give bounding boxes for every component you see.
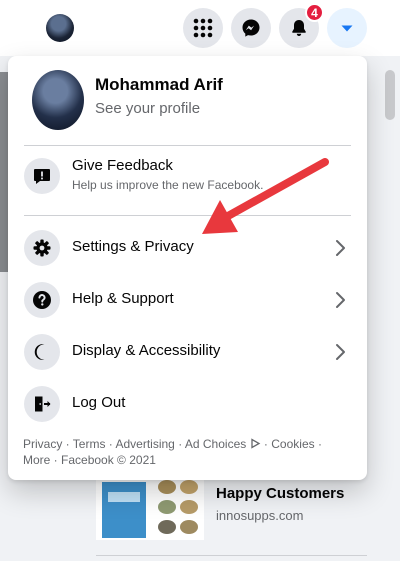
- profile-name: Mohammad Arif: [95, 75, 223, 94]
- ingredient-dot: [180, 520, 198, 534]
- footer-separator: ·: [314, 437, 322, 451]
- messenger-button[interactable]: [231, 8, 271, 48]
- account-dropdown-menu: Mohammad Arif See your profile Give Feed…: [8, 56, 367, 480]
- copyright: Facebook © 2021: [61, 453, 156, 467]
- ad-title[interactable]: Happy Customers: [216, 485, 344, 502]
- product-box: [102, 482, 146, 538]
- footer-link-ad-choices-label: Ad Choices: [184, 437, 247, 451]
- ingredient-dot: [158, 480, 176, 494]
- avatar[interactable]: [46, 14, 74, 42]
- notifications-button[interactable]: 4: [279, 3, 324, 48]
- chevron-right-icon: [336, 292, 345, 308]
- divider: [24, 145, 351, 146]
- ingredient-dot: [158, 520, 176, 534]
- feedback-icon: [24, 158, 60, 194]
- ingredient-dot: [180, 500, 198, 514]
- chevron-right-icon: [336, 344, 345, 360]
- footer-link-more[interactable]: More: [23, 453, 50, 467]
- footer-link-advertising[interactable]: Advertising: [115, 437, 174, 451]
- feed-left-edge: [0, 72, 8, 272]
- divider: [96, 555, 367, 556]
- sponsored-ad-card[interactable]: Happy Customers innosupps.com: [96, 470, 367, 540]
- give-feedback-label: Give Feedback: [72, 157, 173, 174]
- footer-separator: ·: [260, 437, 272, 451]
- footer-separator: ·: [105, 437, 116, 451]
- top-navigation-bar: 4: [0, 0, 400, 56]
- profile-link[interactable]: Mohammad Arif See your profile: [16, 64, 359, 138]
- footer-link-terms[interactable]: Terms: [73, 437, 106, 451]
- bell-icon: [292, 20, 306, 36]
- footer-separator: ·: [174, 437, 185, 451]
- question-icon: [24, 282, 60, 318]
- scrollbar-thumb[interactable]: [385, 70, 395, 120]
- log-out-item[interactable]: Log Out: [16, 380, 359, 432]
- notification-badge: 4: [305, 3, 324, 22]
- help-support-item[interactable]: Help & Support: [16, 276, 359, 328]
- caret-down-icon: [341, 25, 353, 32]
- ingredient-dot: [158, 500, 176, 514]
- profile-avatar: [32, 70, 84, 130]
- ad-choices-icon: [250, 438, 260, 449]
- footer-separator: ·: [62, 437, 73, 451]
- footer-link-privacy[interactable]: Privacy: [23, 437, 62, 451]
- footer-links: Privacy · Terms · Advertising · Ad Choic…: [23, 436, 353, 468]
- display-accessibility-item[interactable]: Display & Accessibility: [16, 328, 359, 380]
- settings-privacy-label: Settings & Privacy: [72, 238, 194, 255]
- scrollbar[interactable]: [382, 56, 400, 561]
- messenger-icon: [242, 19, 260, 37]
- footer-link-ad-choices[interactable]: Ad Choices: [185, 437, 261, 451]
- footer-link-cookies[interactable]: Cookies: [271, 437, 314, 451]
- menu-grid-button[interactable]: [183, 8, 223, 48]
- grid-icon: [193, 18, 213, 38]
- display-accessibility-label: Display & Accessibility: [72, 342, 221, 359]
- ad-url[interactable]: innosupps.com: [216, 508, 303, 523]
- footer-separator: ·: [50, 453, 62, 467]
- help-support-label: Help & Support: [72, 290, 174, 307]
- ingredient-dot: [180, 480, 198, 494]
- moon-icon: [24, 334, 60, 370]
- gear-icon: [24, 230, 60, 266]
- log-out-label: Log Out: [72, 394, 126, 411]
- see-profile-label: See your profile: [95, 100, 201, 117]
- account-menu-button[interactable]: [327, 8, 367, 48]
- red-annotation-arrow: [202, 158, 329, 234]
- ad-image: [96, 470, 204, 540]
- logout-icon: [24, 386, 60, 422]
